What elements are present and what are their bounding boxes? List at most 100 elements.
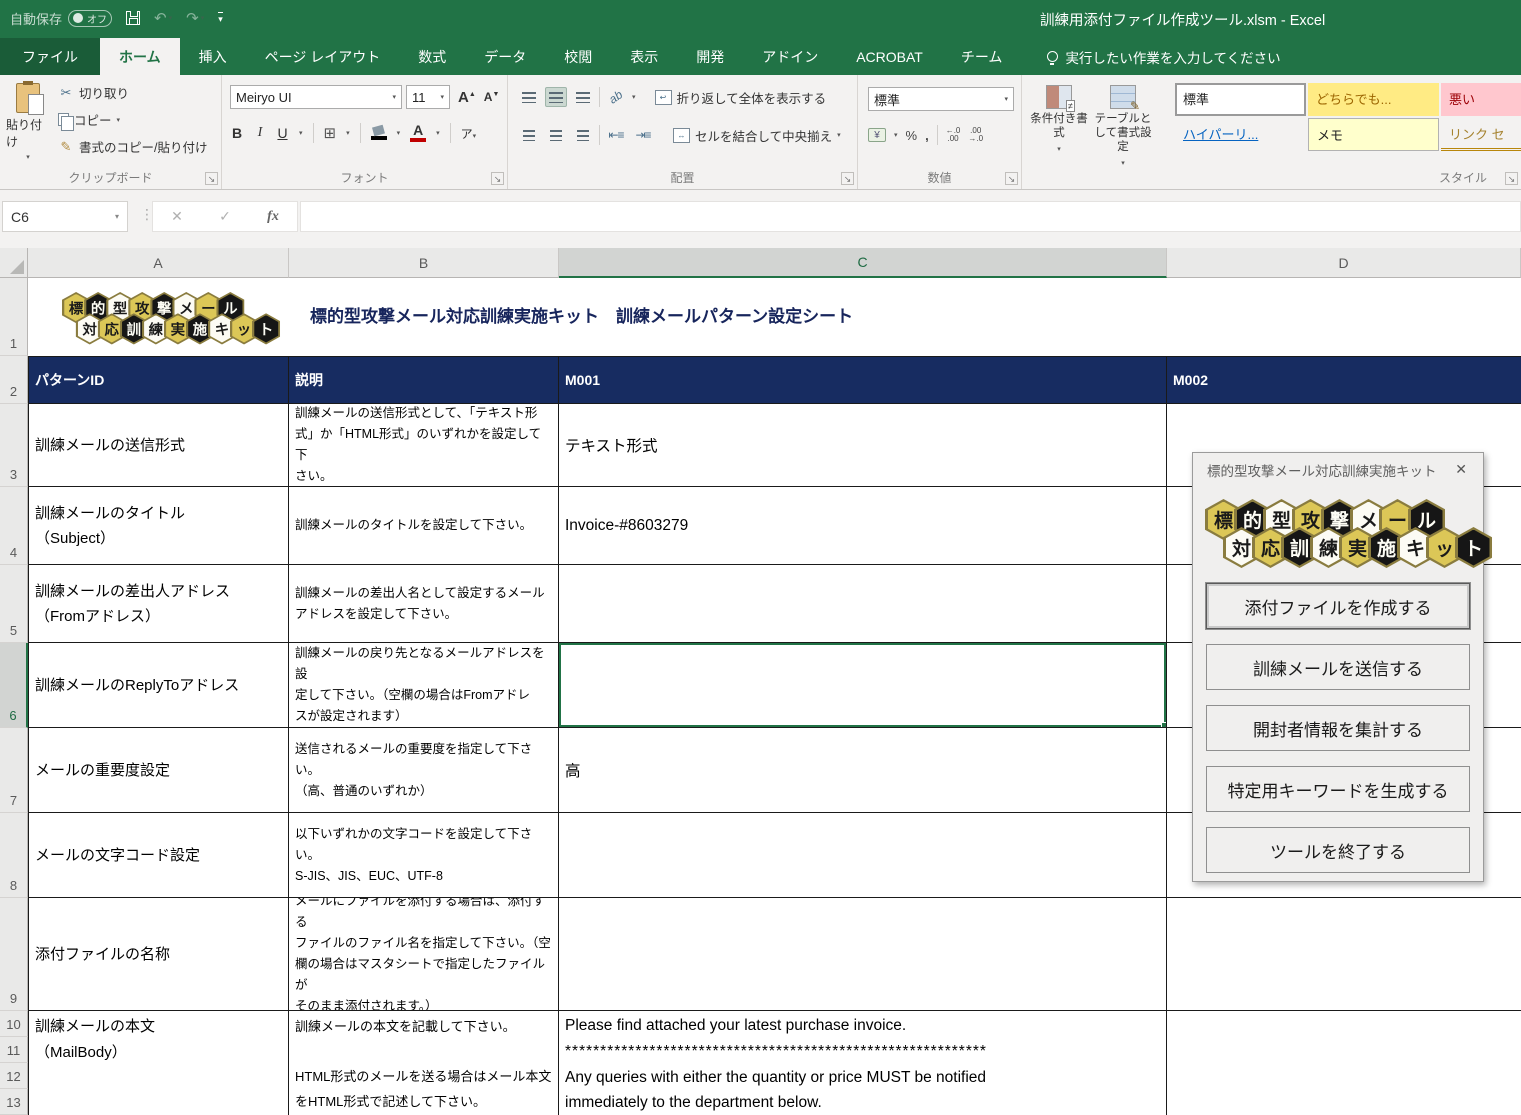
tab-挿入[interactable]: 挿入 [180,38,246,75]
cell-c4[interactable]: Invoice-#8603279 [559,487,1167,565]
dialog-button-1[interactable]: 添付ファイルを作成する [1206,583,1470,629]
tab-データ[interactable]: データ [465,38,545,75]
fill-color-button[interactable] [371,126,387,140]
tab-開発[interactable]: 開発 [677,38,743,75]
cell-style-hyperlink[interactable]: ハイパーリ... [1175,118,1306,151]
tab-表示[interactable]: 表示 [611,38,677,75]
cancel-icon[interactable]: ✕ [171,208,183,225]
cell-a7[interactable]: メールの重要度設定 [28,728,289,813]
tab-file[interactable]: ファイル [0,38,100,75]
row-header-3[interactable]: 3 [0,404,28,487]
row-header-6[interactable]: 6 [0,643,28,728]
bold-button[interactable]: B [230,125,244,141]
clipboard-dialog-launcher[interactable]: ↘ [205,172,218,185]
select-all-corner[interactable] [0,248,28,278]
align-right-button[interactable] [572,125,594,145]
styles-dialog-launcher[interactable]: ↘ [1505,172,1518,185]
column-header-C[interactable]: C [559,248,1167,278]
align-top-button[interactable] [518,87,540,107]
undo-button[interactable]: ↶▾ [154,9,172,27]
cell-style-normal[interactable]: 標準 [1175,83,1306,116]
cell-c5[interactable] [559,565,1167,643]
row-header-4[interactable]: 4 [0,487,28,565]
align-bottom-button[interactable] [572,87,594,107]
format-painter-button[interactable]: ✎書式のコピー/貼り付け [58,137,207,156]
wrap-text-button[interactable]: ↩ 折り返して全体を表示する [655,88,827,107]
decrease-indent-button[interactable]: ⇤≡ [605,125,627,145]
enter-icon[interactable]: ✓ [219,208,231,225]
cell-a8[interactable]: メールの文字コード設定 [28,813,289,898]
cell-style-bad[interactable]: 悪い [1441,83,1521,116]
cell-style-linked[interactable]: リンク セ [1441,118,1521,151]
tab-数式[interactable]: 数式 [399,38,465,75]
underline-button[interactable]: U [276,125,289,141]
cell-c2[interactable]: M001 [559,356,1167,404]
cell-b6[interactable]: 訓練メールの戻り先となるメールアドレスを設 定して下さい。（空欄の場合はFrom… [289,643,559,728]
cell-b4[interactable]: 訓練メールのタイトルを設定して下さい。 [289,487,559,565]
row-header-8[interactable]: 8 [0,813,28,898]
redo-button[interactable]: ↷▾ [186,9,204,27]
row-header-5[interactable]: 5 [0,565,28,643]
align-left-button[interactable] [518,125,540,145]
font-dialog-launcher[interactable]: ↘ [491,172,504,185]
tab-チーム[interactable]: チーム [942,38,1022,75]
increase-indent-button[interactable]: ⇥≡ [632,125,654,145]
orientation-button[interactable]: ab [605,87,627,107]
row-header-1[interactable]: 1 [0,278,28,356]
cell-a4[interactable]: 訓練メールのタイトル （Subject） [28,487,289,565]
cell-b9[interactable]: メールにファイルを添付する場合は、添付する ファイルのファイル名を指定して下さい… [289,898,559,1011]
cell-d10[interactable] [1167,1011,1521,1115]
font-color-button[interactable]: A [410,124,426,142]
borders-button[interactable]: ⊞ [324,124,337,142]
cell-a2[interactable]: パターンID [28,356,289,404]
currency-format-button[interactable]: ¥ [868,128,886,142]
conditional-formatting-button[interactable]: ≠ 条件付き書式 ▾ [1030,85,1088,157]
kit-logo-image[interactable]: 標的型攻撃メール対応訓練実施キット [62,292,280,344]
shrink-font-button[interactable]: A▼ [484,90,500,104]
row-header-11[interactable]: 11 [0,1037,28,1063]
column-header-A[interactable]: A [28,248,289,278]
cell-a6[interactable]: 訓練メールのReplyToアドレス [28,643,289,728]
increase-decimal-button[interactable]: ←.0.00 [946,127,961,143]
cell-b8[interactable]: 以下いずれかの文字コードを設定して下さい。 S-JIS、JIS、EUC、UTF-… [289,813,559,898]
cell-c6[interactable] [559,643,1167,728]
align-center-button[interactable] [545,125,567,145]
column-header-D[interactable]: D [1167,248,1521,278]
comma-style-button[interactable]: , [925,128,929,143]
cell-a10[interactable]: 訓練メールの本文 （MailBody） [28,1011,289,1115]
row-header-13[interactable]: 13 [0,1089,28,1115]
cell-a9[interactable]: 添付ファイルの名称 [28,898,289,1011]
number-dialog-launcher[interactable]: ↘ [1005,172,1018,185]
tab-ホーム[interactable]: ホーム [100,38,180,75]
cell-b10[interactable]: 訓練メールの本文を記載して下さい。 HTML形式のメールを送る場合はメール本文 … [289,1011,559,1115]
format-as-table-button[interactable]: ✎ テーブルとして書式設定 ▾ [1094,85,1152,171]
cell-c7[interactable]: 高 [559,728,1167,813]
row-header-10[interactable]: 10 [0,1011,28,1037]
column-header-B[interactable]: B [289,248,559,278]
italic-button[interactable]: I [254,125,266,141]
cell-c8[interactable] [559,813,1167,898]
tab-アドイン[interactable]: アドイン [743,38,837,75]
cell-b7[interactable]: 送信されるメールの重要度を指定して下さい。 （高、普通のいずれか） [289,728,559,813]
tab-校閲[interactable]: 校閲 [545,38,611,75]
cell-b5[interactable]: 訓練メールの差出人名として設定するメール アドレスを設定して下さい。 [289,565,559,643]
formula-input[interactable] [300,201,1521,232]
paste-button[interactable]: 貼り付け ▾ [6,83,50,165]
cell-b3[interactable]: 訓練メールの送信形式として、「テキスト形 式」か「HTML形式」のいずれかを設定… [289,404,559,487]
font-size-combo[interactable]: 11▾ [406,85,450,109]
number-format-combo[interactable]: 標準▾ [868,87,1014,111]
tab-ACROBAT[interactable]: ACROBAT [837,38,942,75]
insert-function-icon[interactable]: fx [267,209,279,225]
save-button[interactable] [126,11,140,25]
row-header-7[interactable]: 7 [0,728,28,813]
row-header-9[interactable]: 9 [0,898,28,1011]
cell-c3[interactable]: テキスト形式 [559,404,1167,487]
cell-style-neutral[interactable]: どちらでも... [1308,83,1439,116]
dialog-button-4[interactable]: 特定用キーワードを生成する [1206,766,1470,812]
autosave-toggle[interactable]: 自動保存 オフ [10,9,112,28]
phonetic-button[interactable]: ア▾ [461,125,477,142]
dialog-button-3[interactable]: 開封者情報を集計する [1206,705,1470,751]
dialog-button-2[interactable]: 訓練メールを送信する [1206,644,1470,690]
cell-b2[interactable]: 説明 [289,356,559,404]
dialog-close-button[interactable]: ✕ [1449,459,1473,480]
